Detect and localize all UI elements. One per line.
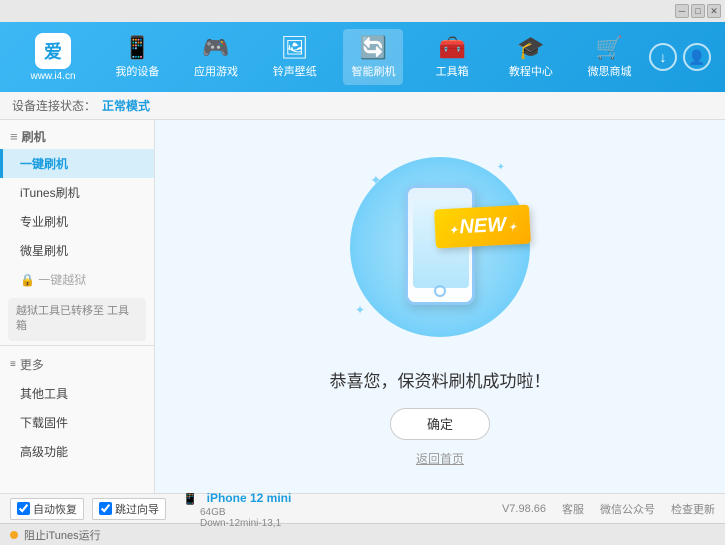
header-actions: ↓ 👤 [649, 43, 717, 71]
sidebar-item-pro-flash[interactable]: 专业刷机 [0, 207, 154, 236]
section-flash-label: 刷机 [22, 128, 46, 145]
success-message: 恭喜您，保资料刷机成功啦！ [330, 367, 551, 392]
smart-flash-icon: 🔄 [360, 35, 387, 61]
my-device-label: 我的设备 [115, 63, 159, 79]
nav-items: 📱 我的设备 🎮 应用游戏 🖼 铃声壁纸 🔄 智能刷机 🧰 工具箱 🎓 教程中心… [98, 29, 649, 85]
title-bar: ─ □ ✕ [0, 0, 725, 22]
auto-restore-input[interactable] [17, 502, 30, 515]
sidebar-more-title: ≡ 更多 [0, 350, 154, 379]
skip-wizard-checkbox[interactable]: 跳过向导 [92, 498, 166, 520]
sparkle-2-icon: ✦ [497, 162, 505, 173]
nav-wei-store[interactable]: 🛒 微思商城 [580, 29, 640, 85]
phone-home-btn [434, 285, 446, 297]
apps-icon: 🎮 [202, 35, 229, 61]
minimize-btn[interactable]: ─ [675, 4, 689, 18]
user-btn[interactable]: 👤 [683, 43, 711, 71]
sparkle-3-icon: ✦ [355, 303, 365, 317]
device-storage: 64GB [200, 507, 291, 518]
nav-tutorials[interactable]: 🎓 教程中心 [501, 29, 561, 85]
nav-tools[interactable]: 🧰 工具箱 [422, 29, 482, 85]
main-container: ≡ 刷机 一键刷机 iTunes刷机 专业刷机 微星刷机 🔒 一键越狱 越狱工具… [0, 120, 725, 493]
phone-illustration: NEW ✦ ✦ ✦ [340, 147, 540, 347]
bottom-bar: 自动恢复 跳过向导 📱 iPhone 12 mini 64GB Down-12m… [0, 493, 725, 523]
tools-icon: 🧰 [438, 35, 465, 61]
logo-icon: 爱 [35, 33, 71, 69]
sparkle-1-icon: ✦ [370, 172, 382, 189]
bottom-right: V7.98.66 客服 微信公众号 检查更新 [502, 501, 715, 517]
sidebar-divider [0, 345, 154, 346]
nav-wallpaper[interactable]: 🖼 铃声壁纸 [265, 29, 325, 85]
sidebar-jailbreak-notice: 越狱工具已转移至 工具箱 [8, 298, 146, 341]
maximize-btn[interactable]: □ [691, 4, 705, 18]
close-btn[interactable]: ✕ [707, 4, 721, 18]
sidebar-item-itunes-flash[interactable]: iTunes刷机 [0, 178, 154, 207]
sidebar-item-onekey-flash[interactable]: 一键刷机 [0, 149, 154, 178]
sidebar-item-advanced[interactable]: 高级功能 [0, 437, 154, 466]
wei-store-label: 微思商城 [588, 63, 632, 79]
nav-apps-games[interactable]: 🎮 应用游戏 [186, 29, 246, 85]
wei-store-icon: 🛒 [596, 35, 623, 61]
back-link[interactable]: 返回首页 [416, 450, 464, 467]
device-version: Down-12mini-13,1 [200, 518, 291, 529]
wechat-link[interactable]: 微信公众号 [600, 501, 655, 517]
auto-restore-checkbox[interactable]: 自动恢复 [10, 498, 84, 520]
more-icon: ≡ [10, 359, 16, 370]
tools-label: 工具箱 [436, 63, 469, 79]
version-label: V7.98.66 [502, 503, 546, 515]
my-device-icon: 📱 [124, 35, 151, 61]
skip-wizard-input[interactable] [99, 502, 112, 515]
smart-flash-label: 智能刷机 [351, 63, 395, 79]
content-area: NEW ✦ ✦ ✦ 恭喜您，保资料刷机成功啦！ 确定 返回首页 [155, 120, 725, 493]
section-flash-icon: ≡ [10, 129, 18, 144]
sidebar-item-other-tools[interactable]: 其他工具 [0, 379, 154, 408]
sidebar-item-micro-flash[interactable]: 微星刷机 [0, 236, 154, 265]
tutorials-label: 教程中心 [509, 63, 553, 79]
nav-smart-flash[interactable]: 🔄 智能刷机 [343, 29, 403, 85]
logo-area: 爱 www.i4.cn [8, 33, 98, 82]
itunes-status-label: 阻止iTunes运行 [24, 527, 101, 543]
confirm-button[interactable]: 确定 [390, 408, 490, 440]
customer-service-link[interactable]: 客服 [562, 501, 584, 517]
wallpaper-icon: 🖼 [281, 35, 309, 61]
logo-text: www.i4.cn [30, 71, 75, 82]
sidebar-item-download-firmware[interactable]: 下载固件 [0, 408, 154, 437]
sidebar-section-flash: ≡ 刷机 [0, 120, 154, 149]
check-update-link[interactable]: 检查更新 [671, 501, 715, 517]
itunes-status: 阻止iTunes运行 [10, 527, 101, 543]
sidebar-item-jailbreak: 🔒 一键越狱 [0, 265, 154, 294]
lock-icon: 🔒 [20, 273, 38, 287]
wallpaper-label: 铃声壁纸 [273, 63, 317, 79]
status-label: 设备连接状态： [12, 97, 96, 114]
header: 爱 www.i4.cn 📱 我的设备 🎮 应用游戏 🖼 铃声壁纸 🔄 智能刷机 … [0, 22, 725, 92]
itunes-dot-icon [10, 531, 18, 539]
sidebar: ≡ 刷机 一键刷机 iTunes刷机 专业刷机 微星刷机 🔒 一键越狱 越狱工具… [0, 120, 155, 493]
status-value: 正常模式 [102, 97, 150, 114]
apps-label: 应用游戏 [194, 63, 238, 79]
download-btn[interactable]: ↓ [649, 43, 677, 71]
status-bar: 设备连接状态： 正常模式 [0, 92, 725, 120]
new-badge: NEW [434, 204, 531, 248]
tutorials-icon: 🎓 [517, 35, 544, 61]
nav-my-device[interactable]: 📱 我的设备 [107, 29, 167, 85]
